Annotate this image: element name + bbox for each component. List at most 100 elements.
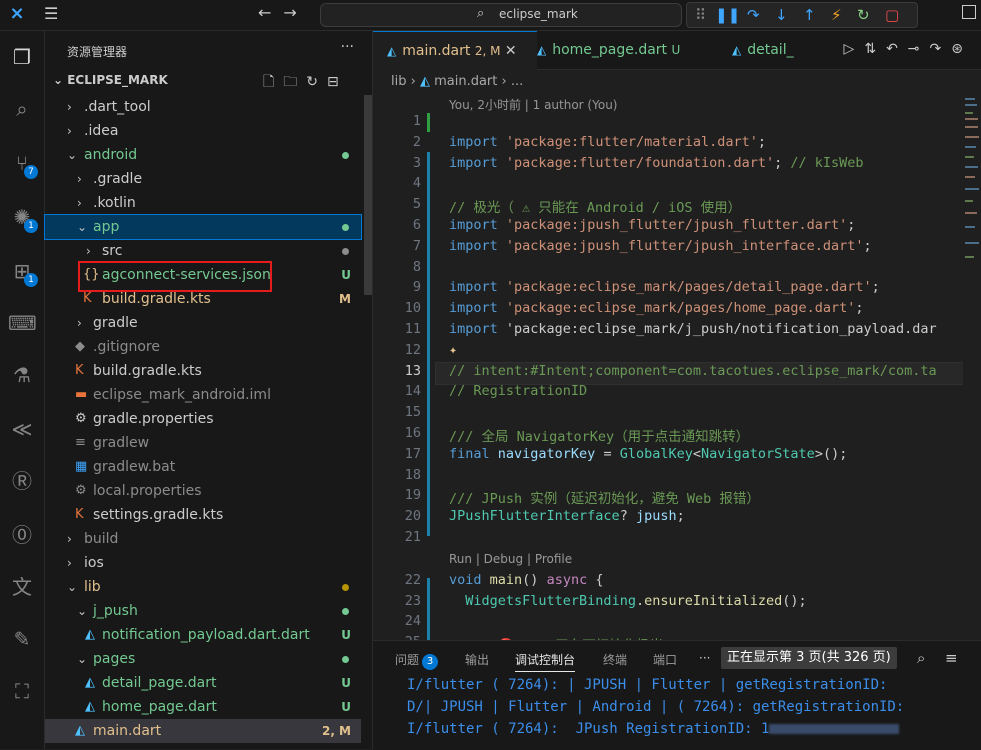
tree-item-idea[interactable]: › .idea xyxy=(45,119,361,143)
scan-icon[interactable]: ⛶ xyxy=(8,677,36,705)
collapse-all-icon[interactable]: ⊟ xyxy=(327,74,348,90)
tree-item-detail-page[interactable]: ◭ detail_page.dart U xyxy=(45,671,361,695)
search-icon[interactable]: ⌕ xyxy=(917,649,925,667)
tree-item-build[interactable]: › build xyxy=(45,527,361,551)
flutter-icon[interactable]: ≪ xyxy=(8,415,36,443)
compare-icon[interactable]: ⇅ xyxy=(864,41,886,57)
panel-tab-debug-console[interactable]: 调试控制台 xyxy=(515,651,576,672)
gitlens-icon[interactable]: Ⓡ xyxy=(8,467,36,495)
pause-icon[interactable]: ❚❚ xyxy=(715,6,740,24)
run-debug-icon[interactable]: ✺ 1 xyxy=(8,203,38,233)
run-icon[interactable]: ▷ xyxy=(844,41,865,57)
pen-icon[interactable]: ✎ xyxy=(8,625,36,653)
tree-item-pages[interactable]: ⌄ pages xyxy=(45,647,361,671)
breadcrumb-file[interactable]: main.dart xyxy=(434,74,497,89)
tree-item-build-gradle-kts[interactable]: Kbuild.gradle.kts xyxy=(45,359,361,383)
breadcrumb-rest[interactable]: ... xyxy=(511,74,523,89)
code-line: /// JPush 实例（延迟初始化，避免 Web 报错） xyxy=(449,491,760,508)
breadcrumb-folder[interactable]: lib xyxy=(391,74,406,89)
chevron-down-icon: ⌄ xyxy=(77,604,88,618)
status-dot xyxy=(342,584,349,591)
tree-item-gradlew-bat[interactable]: ▦ gradlew.bat xyxy=(45,455,361,479)
source-control-icon[interactable]: ⑂ 7 xyxy=(8,149,38,179)
tree-item-android[interactable]: ⌄ android xyxy=(45,143,361,167)
panel-tab-output[interactable]: 输出 xyxy=(465,651,489,668)
go-forward-icon[interactable]: ↷ xyxy=(930,41,952,57)
dart-file-icon: ◭ xyxy=(419,74,430,89)
menu-hamburger-icon[interactable]: ☰ xyxy=(44,4,58,23)
chevron-right-icon: › xyxy=(67,124,72,138)
hot-reload-icon[interactable]: ⚡ xyxy=(831,6,842,24)
tree-item-main-dart[interactable]: ◭ main.dart 2, M xyxy=(45,719,361,743)
gitlens-icon[interactable]: ⊛ xyxy=(951,41,973,57)
extensions-icon[interactable]: ⊞ 1 xyxy=(8,257,38,287)
tab-detail-page[interactable]: ◭ detail_ xyxy=(718,31,812,69)
refresh-icon[interactable]: ↻ xyxy=(306,74,327,90)
filter-list-icon[interactable]: ≡ xyxy=(945,649,958,667)
remote-explorer-icon[interactable]: ⌨ xyxy=(8,309,37,337)
more-icon[interactable]: ··· xyxy=(699,651,710,665)
translate-icon[interactable]: 文 xyxy=(8,573,36,601)
workspace-section-header[interactable]: ⌄ ECLIPSE_MARK xyxy=(53,73,168,87)
code-line: void main() async { xyxy=(449,571,604,588)
vscode-logo-icon: ⨯ xyxy=(9,3,25,24)
step-into-icon[interactable]: ↓ xyxy=(775,6,788,24)
chevron-right-icon: › xyxy=(77,316,82,330)
tree-label: main.dart xyxy=(93,723,162,739)
tree-item-j-push[interactable]: ⌄ j_push xyxy=(45,599,361,623)
code-line: import 'package:eclipse_mark/pages/home_… xyxy=(449,300,864,317)
tree-item-gradle[interactable]: › gradle xyxy=(45,311,361,335)
tree-item-local-properties[interactable]: ⚙ local.properties xyxy=(45,479,361,503)
testing-icon[interactable]: ⚗ xyxy=(8,361,36,389)
tab-main-dart[interactable]: ◭ main.dart 2, M ✕ xyxy=(373,31,537,70)
tree-item-src[interactable]: › src xyxy=(45,239,361,263)
tree-item-ios[interactable]: › ios xyxy=(45,551,361,575)
git-blame-lens[interactable]: You, 2小时前 | 1 author (You) xyxy=(449,96,617,113)
tree-item-lib[interactable]: ⌄ lib xyxy=(45,575,361,599)
tree-item-dart-tool[interactable]: › .dart_tool xyxy=(45,95,361,119)
tree-label: pages xyxy=(93,651,136,667)
drag-handle-icon[interactable]: ⠿ xyxy=(695,6,706,24)
commit-icon[interactable]: ⊸ xyxy=(908,41,930,57)
tree-item-iml[interactable]: ▬ eclipse_mark_android.iml xyxy=(45,383,361,407)
run-debug-codelens[interactable]: Run | Debug | Profile xyxy=(449,552,572,566)
tree-item-notification-payload[interactable]: ◭ notification_payload.dart.dart U xyxy=(45,623,361,647)
sparkle-icon[interactable]: ✦ xyxy=(449,342,457,358)
go-back-icon[interactable]: ↶ xyxy=(886,41,908,57)
tab-home-page[interactable]: ◭ home_page.dart U xyxy=(523,31,707,69)
layout-toggle-icon[interactable] xyxy=(962,5,976,19)
stop-icon[interactable]: ▢ xyxy=(885,6,899,24)
panel-tab-ports[interactable]: 端口 xyxy=(653,651,677,668)
tree-item-gradlew[interactable]: ≡ gradlew xyxy=(45,431,361,455)
back-arrow-icon[interactable]: ← xyxy=(258,3,283,22)
new-folder-icon[interactable]: 🗀 xyxy=(283,74,306,90)
restart-icon[interactable]: ↻ xyxy=(857,6,870,24)
code-line: // intent:#Intent;component=com.tacotues… xyxy=(449,362,937,379)
panel-tab-terminal[interactable]: 终端 xyxy=(603,651,627,668)
tree-item-gradle-properties[interactable]: ⚙ gradle.properties xyxy=(45,407,361,431)
command-center-search[interactable]: ⌕ eclipse_mark xyxy=(320,3,682,27)
search-icon[interactable]: ⌕ xyxy=(8,95,36,123)
tree-item-kotlin[interactable]: › .kotlin xyxy=(45,191,361,215)
forward-arrow-icon[interactable]: → xyxy=(283,3,308,22)
tree-item-home-page[interactable]: ◭ home_page.dart U xyxy=(45,695,361,719)
sidebar-scrollbar[interactable] xyxy=(364,95,372,295)
tree-item-gitignore[interactable]: ◆ .gitignore xyxy=(45,335,361,359)
tree-item-gradle-folder[interactable]: › .gradle xyxy=(45,167,361,191)
line-number: 13 xyxy=(404,362,421,379)
code-editor[interactable]: 1 2 import 'package:flutter/material.dart'… xyxy=(373,112,963,640)
explorer-icon[interactable]: ❐ xyxy=(8,43,36,71)
close-icon[interactable]: ✕ xyxy=(505,43,517,59)
docker-icon[interactable]: ⓪ xyxy=(8,521,36,549)
panel-tab-problems[interactable]: 问题 3 xyxy=(395,651,439,670)
console-line: I/flutter ( 7264): JPush RegistrationID:… xyxy=(407,721,900,737)
more-actions-icon[interactable]: ··· xyxy=(341,39,354,55)
new-file-icon[interactable]: 🗋 xyxy=(263,74,283,90)
minimap[interactable] xyxy=(963,96,981,636)
step-over-icon[interactable]: ↷ xyxy=(747,6,760,24)
tree-label: src xyxy=(102,243,123,259)
tree-item-app[interactable]: ⌄ app xyxy=(44,214,362,240)
tree-label: android xyxy=(84,147,138,163)
tree-item-settings-gradle[interactable]: Ksettings.gradle.kts xyxy=(45,503,361,527)
step-out-icon[interactable]: ↑ xyxy=(803,6,816,24)
